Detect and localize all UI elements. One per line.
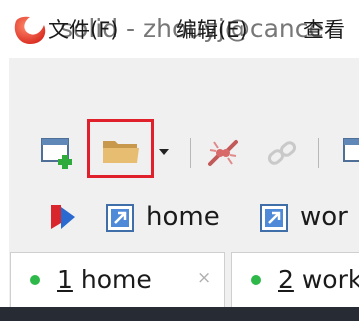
menu-view[interactable]: 查看: [303, 14, 345, 46]
tab-work-label: 2 work: [278, 265, 359, 294]
close-icon[interactable]: ×: [197, 267, 211, 289]
tab-home-label: 1 home: [57, 265, 152, 294]
bookmark-home-label[interactable]: home: [146, 199, 220, 235]
tab-home[interactable]: 1 home ×: [10, 252, 225, 307]
menu-file[interactable]: 文件(F): [48, 14, 118, 46]
left-edge: [0, 58, 9, 321]
dropdown-arrow-icon[interactable]: [158, 147, 170, 157]
app-window: solid - zhouyj@cance 文件(F) 编辑(E) 查看 home…: [0, 0, 359, 321]
tab-work[interactable]: 2 work: [231, 252, 359, 307]
reconnect-icon[interactable]: [263, 136, 301, 170]
window-icon[interactable]: [342, 136, 359, 170]
connected-status-dot: [30, 275, 40, 285]
highlight-box: [87, 119, 154, 178]
session-link-icon[interactable]: [105, 203, 135, 233]
bookmark-work-label[interactable]: wor: [300, 199, 348, 235]
terminal-area: [0, 307, 359, 321]
menu-bar: [9, 58, 359, 118]
menu-edit[interactable]: 编辑(E): [176, 14, 248, 46]
connected-status-dot: [251, 275, 261, 285]
disconnect-icon[interactable]: [204, 136, 242, 170]
app-logo-icon: [14, 15, 46, 44]
new-window-icon[interactable]: [40, 136, 78, 170]
bookmark-flag-icon[interactable]: [47, 203, 79, 233]
session-link-icon[interactable]: [259, 203, 289, 233]
toolbar-separator: [190, 138, 191, 168]
toolbar-separator: [318, 138, 319, 168]
